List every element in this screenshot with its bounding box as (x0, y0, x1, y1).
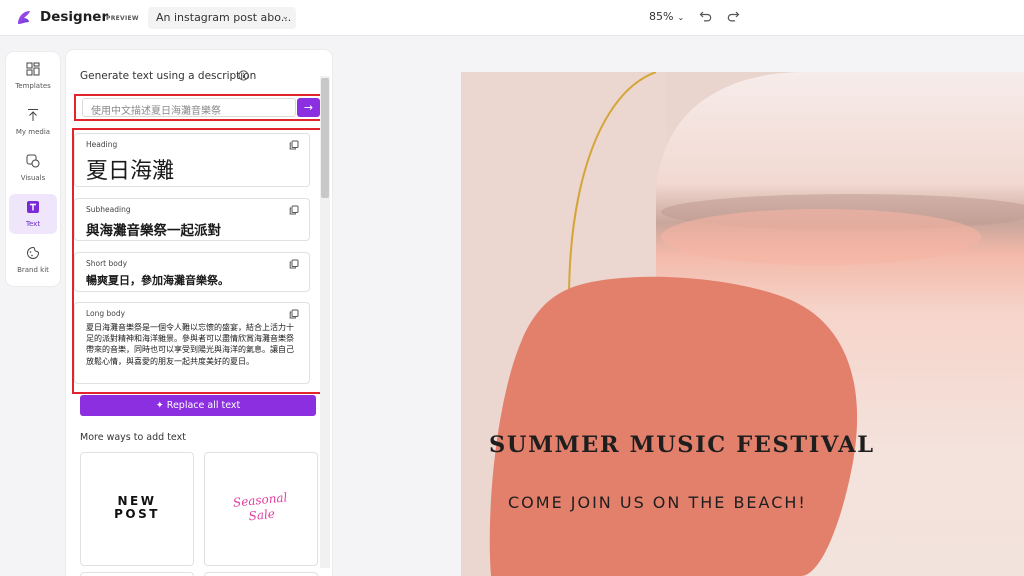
rail-item-label: Visuals (20, 174, 46, 182)
design-subtitle[interactable]: COME JOIN US ON THE BEACH! (508, 493, 908, 512)
heading-suggestion-card[interactable]: Heading 夏日海灘 (74, 133, 310, 187)
zoom-level: 85% (649, 10, 674, 23)
top-bar: Designer PREVIEW An instagram post abo..… (0, 0, 1024, 36)
card-type-label: Heading (86, 140, 118, 149)
card-type-label: Subheading (86, 205, 131, 214)
rail-item-label: Brand kit (17, 266, 49, 274)
document-title-dropdown[interactable]: An instagram post abo... ⌄ (148, 7, 296, 29)
chevron-down-icon: ⌄ (281, 12, 289, 22)
app-name: Designer (40, 9, 109, 25)
scrollbar-thumb[interactable] (321, 78, 329, 198)
rail-item-label: My media (15, 128, 51, 136)
panel-scrollbar[interactable] (320, 76, 330, 568)
arrow-right-icon: → (303, 101, 314, 114)
visuals-icon (26, 154, 40, 168)
tile-line: Sale (247, 506, 276, 524)
design-canvas[interactable]: SUMMER MUSIC FESTIVAL COME JOIN US ON TH… (461, 72, 1024, 576)
more-ways-title: More ways to add text (80, 432, 186, 443)
prompt-highlight: 使用中文描述夏日海灘音樂祭 → (74, 94, 326, 121)
text-panel: Generate text using a description 使用中文描述… (66, 50, 332, 576)
copy-icon[interactable] (289, 309, 299, 319)
rail-item-label: Templates (15, 82, 51, 90)
tile-line: POST (114, 507, 160, 521)
generate-button[interactable]: → (297, 98, 320, 117)
card-type-label: Long body (86, 309, 126, 318)
designer-logo-icon (18, 11, 30, 24)
coral-blob (489, 276, 858, 576)
tile-line: NEW (117, 494, 157, 508)
info-icon[interactable] (238, 70, 249, 81)
panel-title: Generate text using a description (80, 70, 257, 82)
undo-icon[interactable] (699, 9, 713, 23)
long-body-suggestion-card[interactable]: Long body 夏日海灘音樂祭是一個令人難以忘懷的盛宴，結合上活力十足的派對… (74, 302, 310, 384)
copy-icon[interactable] (289, 259, 299, 269)
rail-item-text[interactable]: Text (9, 194, 57, 234)
short-body-text: 暢爽夏日，參加海灘音樂祭。 (86, 274, 229, 287)
sparkle-icon: ✦ (155, 400, 164, 411)
text-style-tile[interactable] (80, 572, 194, 576)
replace-all-label: Replace all text (166, 400, 241, 411)
card-type-label: Short body (86, 259, 128, 268)
rail-item-visuals[interactable]: Visuals (9, 148, 57, 188)
zoom-dropdown[interactable]: 85% ⌄ (649, 10, 684, 23)
left-rail: Templates My media Visuals Text Brand ki… (6, 52, 60, 286)
preview-badge: PREVIEW (106, 15, 139, 22)
text-style-tile-seasonal-sale[interactable]: Seasonal Sale (204, 452, 318, 566)
long-body-text: 夏日海灘音樂祭是一個令人難以忘懷的盛宴，結合上活力十足的派對精神和海洋雜景。參與… (86, 323, 294, 366)
upload-icon (28, 109, 38, 121)
subheading-suggestion-card[interactable]: Subheading 與海灘音樂祭一起派對 (74, 198, 310, 241)
description-input[interactable]: 使用中文描述夏日海灘音樂祭 (82, 98, 296, 117)
replace-all-text-button[interactable]: ✦ Replace all text (80, 395, 316, 416)
text-style-tile[interactable] (204, 572, 318, 576)
heading-text: 夏日海灘 (86, 159, 175, 184)
templates-icon (26, 62, 40, 76)
rail-item-label: Text (25, 220, 41, 228)
rail-item-templates[interactable]: Templates (9, 56, 57, 96)
rail-item-brand-kit[interactable]: Brand kit (9, 240, 57, 280)
design-title[interactable]: SUMMER MUSIC FESTIVAL (489, 432, 909, 458)
text-icon (27, 201, 39, 213)
tile-line: Seasonal (232, 490, 289, 510)
rail-item-my-media[interactable]: My media (9, 102, 57, 142)
copy-icon[interactable] (289, 205, 299, 215)
chevron-down-icon: ⌄ (677, 13, 685, 22)
brand-kit-icon (27, 246, 40, 259)
document-title: An instagram post abo... (156, 11, 292, 24)
short-body-suggestion-card[interactable]: Short body 暢爽夏日，參加海灘音樂祭。 (74, 252, 310, 292)
copy-icon[interactable] (289, 140, 299, 150)
designer-app: Designer PREVIEW An instagram post abo..… (0, 0, 1024, 576)
text-style-tile-new-post[interactable]: NEW POST (80, 452, 194, 566)
subheading-text: 與海灘音樂祭一起派對 (86, 223, 221, 239)
redo-icon[interactable] (726, 9, 740, 23)
